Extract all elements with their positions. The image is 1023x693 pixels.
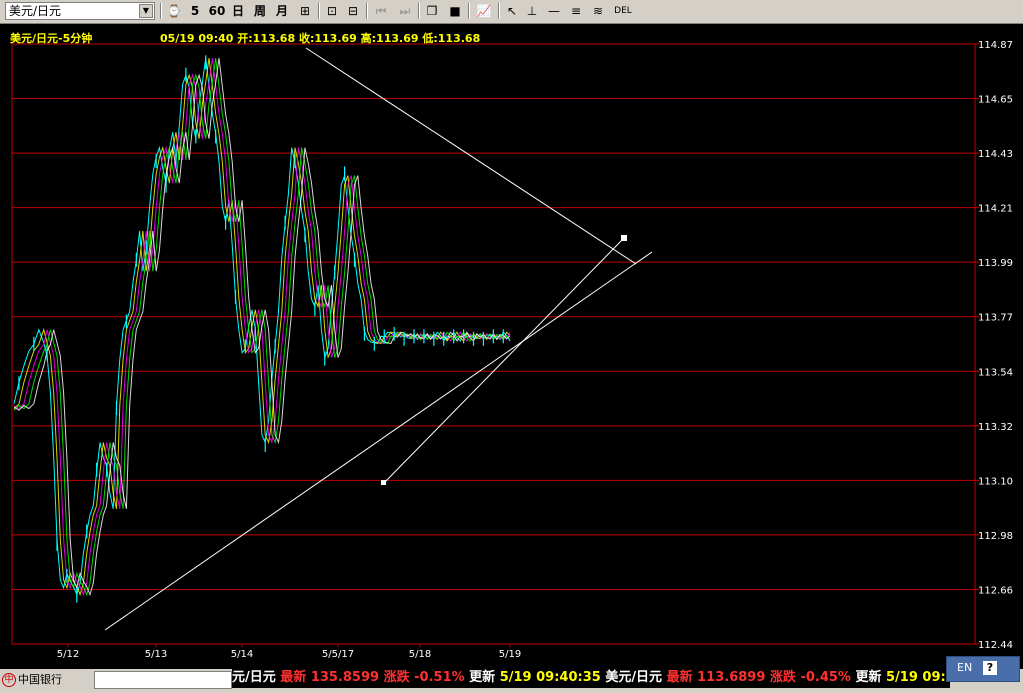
grid-icon[interactable]: ⊞ — [297, 3, 313, 19]
quote-ticker: 元/日元 最新 135.8599 涨跌 -0.51% 更新 5/19 09:40… — [232, 668, 950, 688]
x-tick-label: 5/14 — [231, 649, 253, 660]
bank-name: 中国银行 — [18, 673, 62, 686]
open-label: 开: — [237, 32, 253, 45]
language-label[interactable]: EN — [957, 657, 972, 679]
y-tick-label: 114.65 — [978, 95, 1013, 106]
toolbar-separator — [498, 3, 500, 19]
period-month-button[interactable]: 月 — [274, 2, 290, 20]
toolbar-separator — [160, 3, 162, 19]
y-tick-label: 112.44 — [978, 640, 1013, 651]
y-tick-label: 113.99 — [978, 258, 1013, 269]
close-value: 113.69 — [314, 32, 357, 45]
chart-header: 美元/日元-5分钟 05/19 09:40 开:113.68 收:113.69 … — [10, 30, 480, 46]
trendline-resistance — [305, 47, 637, 265]
toolbar-separator — [366, 3, 368, 19]
crosshair-icon[interactable]: ⊥ — [524, 3, 540, 19]
parallel-lines-icon[interactable]: ≡ — [568, 3, 584, 19]
x-tick-label: 5/5/17 — [322, 649, 354, 660]
y-tick-label: 113.77 — [978, 313, 1013, 324]
trendline-support — [104, 251, 653, 631]
symbol-select[interactable]: 美元/日元 ▼ — [5, 2, 155, 20]
ticker-segment: 更新 — [855, 670, 887, 685]
y-tick-label: 114.43 — [978, 149, 1013, 160]
low-label: 低: — [422, 32, 438, 45]
header-datetime: 05/19 09:40 — [159, 32, 234, 45]
toolbar-separator — [468, 3, 470, 19]
ticker-segment: 135.8599 — [310, 670, 384, 685]
y-tick-label: 113.10 — [978, 476, 1013, 487]
y-tick-label: 114.21 — [978, 204, 1013, 215]
symbol-value: 美元/日元 — [9, 4, 62, 18]
price-line-4 — [13, 58, 511, 597]
ticker-segment: -0.45% — [800, 670, 856, 685]
trendline-drawn — [383, 237, 625, 484]
chart-frame — [11, 43, 976, 645]
fast-forward-icon[interactable]: ⏭ — [397, 3, 413, 19]
period-5-button[interactable]: 5 — [188, 2, 202, 20]
line-chart-icon[interactable]: 📈 — [476, 3, 492, 19]
toolbar: 美元/日元 ▼ ⌚ 5 60 日 周 月 ⊞ ⊡ ⊟ ⏮ ⏭ ❐ ■ 📈 ↖ ⊥… — [0, 0, 1023, 24]
ticker-segment: 涨跌 — [383, 670, 415, 685]
x-tick-label: 5/19 — [499, 649, 521, 660]
ticker-segment: 更新 — [469, 670, 500, 685]
language-bar[interactable]: EN ? — [946, 656, 1020, 682]
hline-icon[interactable]: — — [546, 3, 562, 19]
zoom-in-icon[interactable]: ⊡ — [324, 3, 340, 19]
bank-logo-icon: 中 — [2, 673, 16, 687]
fib-lines-icon[interactable]: ≋ — [590, 3, 606, 19]
cursor-icon[interactable]: ↖ — [504, 3, 520, 19]
ticker-segment: -0.51% — [414, 670, 470, 685]
y-tick-label: 112.66 — [978, 585, 1013, 596]
window-tile-icon[interactable]: ■ — [447, 3, 463, 19]
ticker-segment: 最新 — [280, 670, 311, 685]
bank-logo: 中中国银行 — [2, 671, 92, 689]
ticker-segment: 5/19 09:40:35 — [499, 670, 606, 685]
low-value: 113.68 — [437, 32, 481, 45]
ticker-segment: 113.6899 — [697, 670, 770, 685]
ticker-segment: 元/日元 — [232, 670, 281, 685]
price-chart[interactable]: 114.87 114.65 114.43 114.21 113.99 113.77 113.… — [0, 24, 1023, 669]
clock-icon[interactable]: ⌚ — [166, 3, 182, 19]
period-week-button[interactable]: 周 — [252, 2, 268, 20]
rewind-icon[interactable]: ⏮ — [373, 3, 389, 19]
status-field — [94, 671, 232, 689]
ticker-segment: 美元/日元 — [605, 670, 667, 685]
chart-canvas: 114.87 114.65 114.43 114.21 113.99 113.77 113.… — [11, 40, 1013, 660]
toolbar-separator — [418, 3, 420, 19]
y-tick-label: 114.87 — [978, 40, 1013, 51]
x-tick-label: 5/18 — [409, 649, 431, 660]
ticker-segment: 5/19 09:40:35 — [886, 670, 950, 685]
period-day-button[interactable]: 日 — [230, 2, 246, 20]
high-label: 高: — [360, 32, 377, 45]
close-label: 收: — [298, 32, 315, 45]
ticker-segment: 涨跌 — [769, 670, 801, 685]
period-60-button[interactable]: 60 — [207, 2, 227, 20]
window-cascade-icon[interactable]: ❐ — [424, 3, 440, 19]
trendline-handle — [621, 235, 627, 241]
high-value: 113.69 — [376, 32, 419, 45]
y-tick-label: 113.32 — [978, 422, 1013, 433]
delete-button[interactable]: DEL — [610, 2, 636, 20]
y-tick-label: 113.54 — [978, 367, 1013, 378]
zoom-out-icon[interactable]: ⊟ — [345, 3, 361, 19]
x-tick-label: 5/13 — [145, 649, 167, 660]
ticker-segment: 最新 — [666, 670, 698, 685]
trendline-handle — [381, 480, 386, 485]
help-icon[interactable]: ? — [983, 661, 997, 675]
toolbar-separator — [318, 3, 320, 19]
open-value: 113.68 — [252, 32, 296, 45]
y-tick-label: 112.98 — [978, 531, 1013, 542]
chart-title: 美元/日元-5分钟 — [10, 32, 93, 45]
chevron-down-icon[interactable]: ▼ — [139, 4, 153, 18]
x-tick-label: 5/12 — [57, 649, 79, 660]
